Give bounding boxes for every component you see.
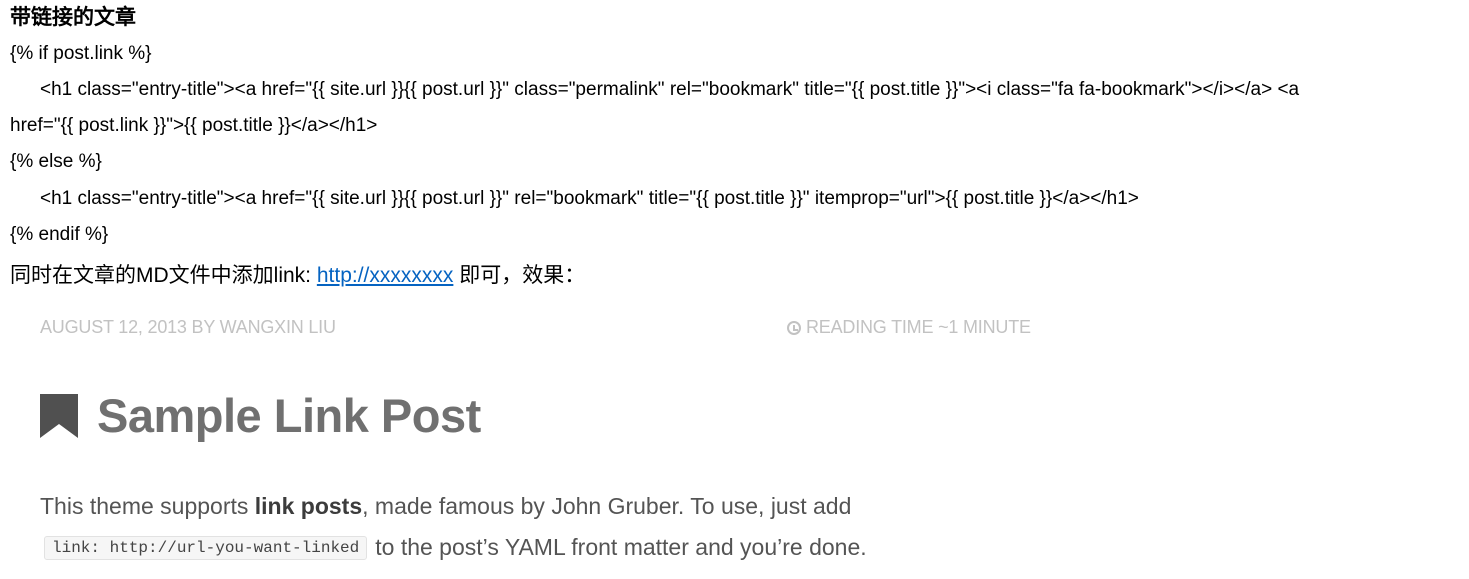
document: 带链接的文章 {% if post.link %} <h1 class="ent… — [0, 0, 1469, 579]
body1-after: , made famous by John Gruber. To use, ju… — [362, 493, 852, 519]
inline-code: link: http://url-you-want-linked — [44, 535, 368, 560]
example-link[interactable]: http://xxxxxxxx — [317, 264, 454, 287]
reading-time: READING TIME ~1 MINUTE — [787, 317, 1031, 338]
post-meta-date-author: AUGUST 12, 2013 BY WANGXIN LIU — [40, 317, 336, 337]
code-line-if: {% if post.link %} — [10, 43, 152, 64]
preview-screenshot: AUGUST 12, 2013 BY WANGXIN LIU READING T… — [0, 300, 1469, 579]
code-line-else: {% else %} — [10, 151, 102, 172]
post-body-line-2: link: http://url-you-want-linked to the … — [40, 534, 867, 561]
reading-time-label: READING TIME ~1 MINUTE — [806, 317, 1031, 337]
instruction-prefix: 同时在文章的MD文件中添加link: — [10, 264, 317, 287]
post-title[interactable]: Sample Link Post — [97, 388, 481, 443]
post-title-row: Sample Link Post — [40, 388, 481, 443]
code-line-h1-link-cont: href="{{ post.link }}">{{ post.title }}<… — [10, 115, 378, 136]
bookmark-icon[interactable] — [40, 393, 78, 438]
instruction-suffix: 即可，效果： — [453, 264, 586, 287]
section-title: 带链接的文章 — [10, 6, 136, 29]
code-line-h1-link: <h1 class="entry-title"><a href="{{ site… — [40, 79, 1300, 100]
instruction-text: 同时在文章的MD文件中添加link: http://xxxxxxxx 即可，效果… — [10, 262, 585, 290]
body1-before: This theme supports — [40, 493, 255, 519]
clock-icon — [787, 320, 801, 335]
code-line-h1-plain: <h1 class="entry-title"><a href="{{ site… — [40, 188, 1139, 209]
code-line-endif: {% endif %} — [10, 224, 109, 245]
body1-bold: link posts — [254, 493, 363, 519]
body2-after: to the post’s YAML front matter and you’… — [375, 534, 867, 560]
post-body-line-1: This theme supports link posts, made fam… — [40, 493, 851, 520]
